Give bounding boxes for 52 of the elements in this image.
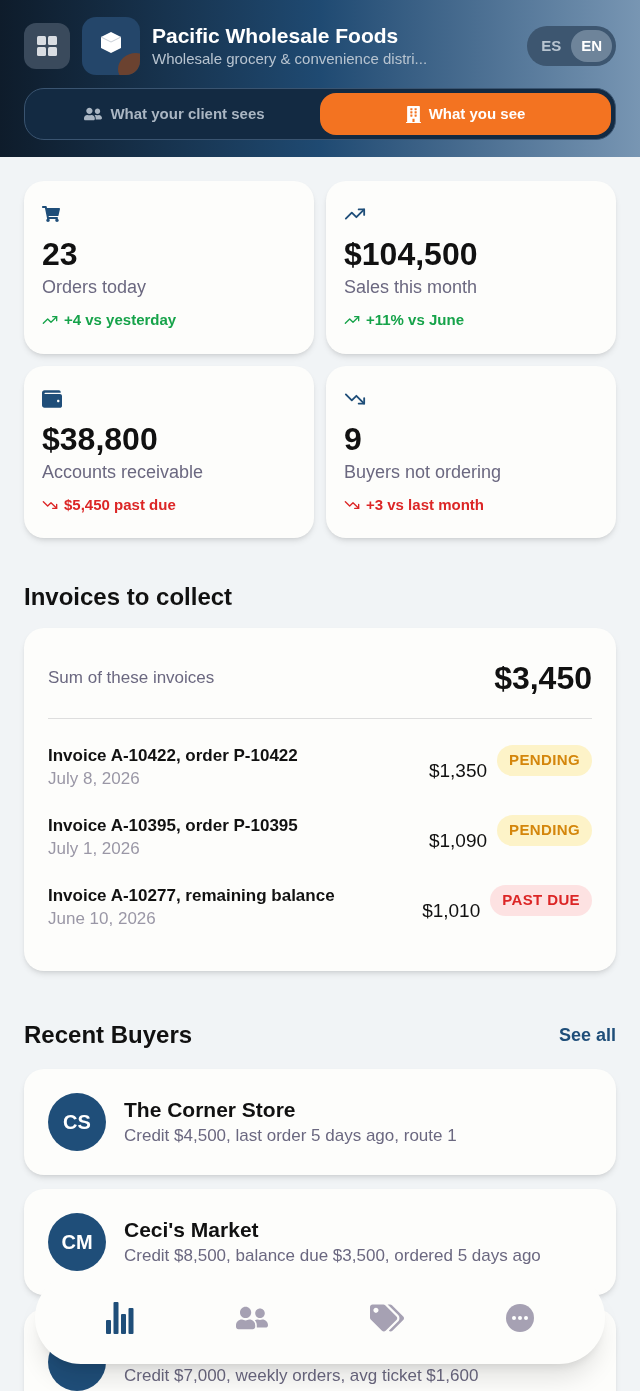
- sum-label: Sum of these invoices: [48, 667, 215, 690]
- buyer-name: The Corner Store: [124, 1097, 297, 1123]
- company-subtitle: Wholesale grocery & convenience distri...: [152, 49, 429, 69]
- buyer-detail: Credit $4,500, last order 5 days ago, route 1: [124, 1125, 457, 1147]
- buyer-name: Ceci's Market: [124, 1217, 260, 1243]
- stat-label: Buyers not ordering: [344, 460, 503, 484]
- more-icon[interactable]: [506, 1304, 534, 1332]
- invoice-amount: $1,350: [428, 759, 488, 783]
- invoice-title: Invoice A-10395, order P-10395: [48, 815, 299, 837]
- status-badge: PENDING: [497, 815, 592, 846]
- sum-value: $3,450: [494, 659, 592, 698]
- logo-icon: [82, 17, 140, 75]
- buyer-card[interactable]: CS The Corner Store Credit $4,500, last order 5 days ago, route 1: [24, 1069, 616, 1175]
- grid-icon: [37, 36, 57, 56]
- invoice-date: June 10, 2026: [48, 908, 157, 930]
- cart-icon: [42, 205, 60, 223]
- invoice-amount: $1,010: [422, 899, 481, 923]
- trend-text: $5,450 past due: [64, 494, 176, 515]
- wallet-icon: [42, 388, 62, 409]
- status-badge: PENDING: [497, 745, 592, 776]
- language-option[interactable]: EN: [571, 30, 612, 62]
- see-all-link[interactable]: See all: [558, 1021, 616, 1049]
- stat-value: 9: [344, 419, 363, 458]
- view-tab[interactable]: What your client sees: [29, 93, 320, 135]
- invoice-date: July 8, 2026: [48, 768, 141, 790]
- section-title: Recent Buyers: [24, 1020, 193, 1050]
- bar-chart-icon[interactable]: [106, 1302, 134, 1334]
- apps-button[interactable]: [24, 23, 70, 69]
- stat-value: $104,500: [344, 235, 479, 273]
- trend-text: +3 vs last month: [366, 494, 484, 515]
- avatar-initials: CS: [63, 1110, 91, 1135]
- stat-value: 23: [42, 235, 79, 273]
- avatar-initials: CM: [61, 1230, 93, 1255]
- invoice-title: Invoice A-10422, order P-10422: [48, 745, 299, 767]
- invoice-title: Invoice A-10277, remaining balance: [48, 885, 336, 907]
- building-icon: [405, 105, 421, 123]
- invoice-amount: $1,090: [428, 829, 488, 853]
- stat-value: $38,800: [42, 419, 159, 458]
- trend-text: +11% vs June: [366, 310, 464, 330]
- buyer-detail: Credit $7,000, weekly orders, avg ticket $1,600: [124, 1365, 479, 1387]
- users-icon: [84, 105, 103, 123]
- stat-label: Accounts receivable: [42, 460, 205, 484]
- buyer-detail: Credit $8,500, balance due $3,500, ordered 5 days ago: [124, 1245, 541, 1267]
- invoice-date: July 1, 2026: [48, 838, 141, 860]
- section-title: Invoices to collect: [23, 582, 234, 612]
- tags-icon[interactable]: [370, 1301, 404, 1335]
- status-badge: PAST DUE: [490, 885, 592, 916]
- trend-text: +4 vs yesterday: [64, 310, 177, 330]
- language-option[interactable]: ES: [531, 30, 572, 62]
- stat-label: Sales this month: [344, 276, 479, 299]
- company-title: Pacific Wholesale Foods: [152, 23, 400, 49]
- stat-label: Orders today: [42, 276, 148, 299]
